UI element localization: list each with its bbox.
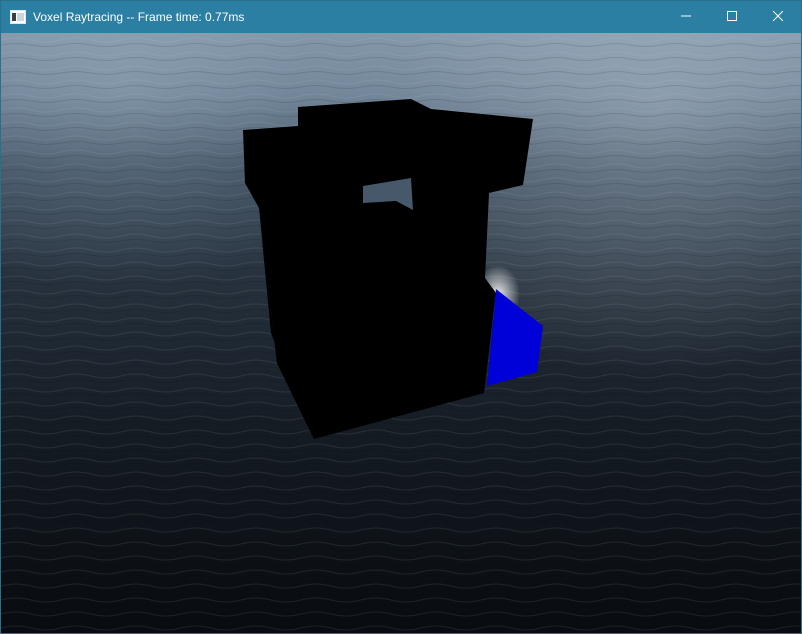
minimize-icon [681, 8, 691, 26]
render-viewport[interactable] [1, 33, 801, 633]
maximize-button[interactable] [709, 1, 755, 33]
app-window: Voxel Raytracing -- Frame time: 0.77ms [0, 0, 802, 634]
close-button[interactable] [755, 1, 801, 33]
maximize-icon [727, 8, 737, 26]
close-icon [772, 8, 784, 26]
window-title: Voxel Raytracing -- Frame time: 0.77ms [33, 10, 245, 24]
window-controls [663, 1, 801, 33]
minimize-button[interactable] [663, 1, 709, 33]
raytraced-scene [1, 33, 801, 633]
app-window-icon [10, 9, 26, 25]
title-bar[interactable]: Voxel Raytracing -- Frame time: 0.77ms [1, 1, 801, 33]
